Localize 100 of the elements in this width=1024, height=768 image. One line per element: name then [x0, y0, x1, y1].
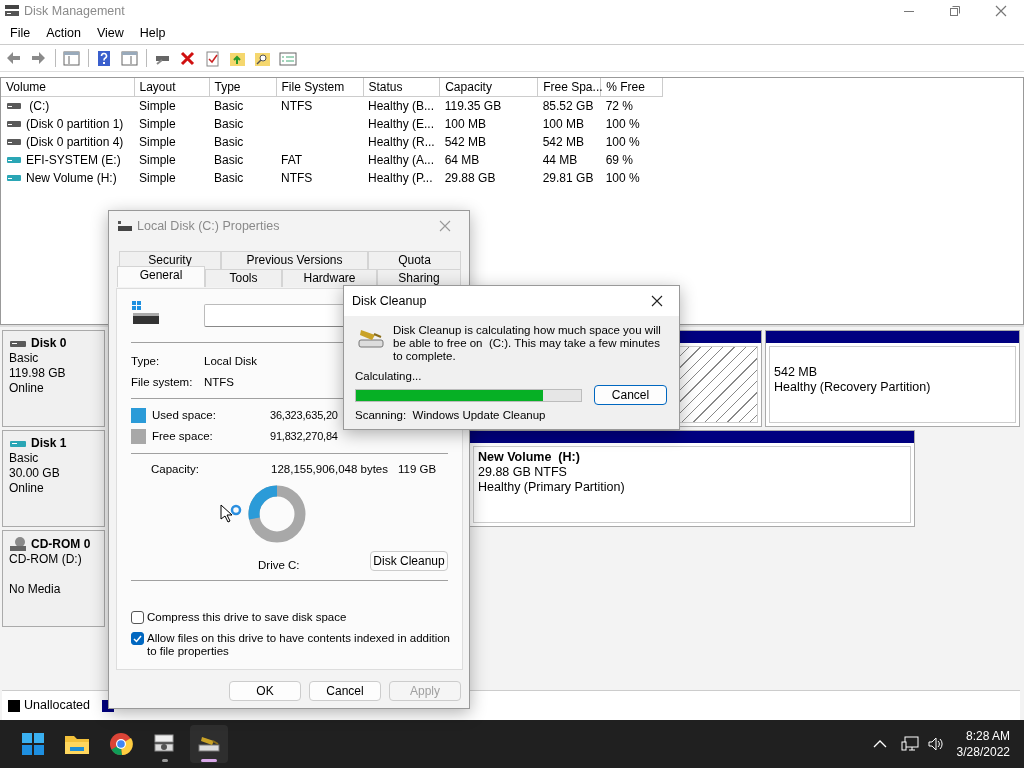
field-value: 91,832,270,84 [270, 429, 338, 445]
tab[interactable]: Previous Versions [221, 251, 368, 269]
check-icon [133, 634, 142, 643]
legend-label: Unallocated [24, 697, 90, 715]
tab[interactable]: General [117, 266, 205, 287]
table-cell-text: 69 % [604, 152, 635, 169]
checkbox[interactable] [131, 632, 144, 645]
table-cell-text: 29.81 GB [541, 170, 595, 187]
forward-arrow-icon[interactable] [30, 49, 48, 67]
table-cell-text: Basic [213, 152, 245, 169]
drive-label[interactable]: (Disk 0 partition 1) [26, 115, 124, 133]
table-cell-text: Basic [213, 116, 245, 133]
table-cell: Healthy (B... [363, 96, 440, 115]
table-cell-text: Basic [213, 134, 245, 151]
tab[interactable]: Hardware [282, 269, 377, 287]
disk-label-panel[interactable]: CD-ROM 0 CD-ROM (D:) No Media [2, 530, 105, 627]
dialog-title: Local Disk (C:) Properties [137, 217, 281, 235]
table-cell-text: 100 % [604, 116, 641, 133]
table-cell-text: Healthy (R... [367, 134, 436, 151]
browser-icon[interactable] [109, 732, 133, 756]
table-cell-text: 542 MB [443, 134, 488, 151]
volume-icon[interactable] [926, 736, 945, 752]
disk-status: Online [9, 381, 45, 396]
column-header[interactable]: File System [276, 78, 363, 97]
busy-cursor-icon [220, 504, 242, 524]
table-cell-text: Healthy (A... [367, 152, 436, 169]
table-cell-text: 100 % [604, 134, 641, 151]
table-cell-text: 100 MB [443, 116, 488, 133]
column-header[interactable]: Status [363, 78, 440, 97]
dialog-title: Disk Cleanup [352, 292, 428, 310]
menu-item[interactable]: Help [131, 23, 174, 43]
column-header[interactable]: Volume [1, 78, 134, 97]
table-cell-text: 100 % [604, 170, 641, 187]
disk-size: 30.00 GB [9, 466, 61, 481]
table-cell: 85.52 GB [537, 96, 601, 115]
table-cell-text: NTFS [280, 170, 314, 187]
drive-label[interactable]: EFI-SYSTEM (E:) [26, 151, 121, 169]
scanning-text: Scanning: Windows Update Cleanup [354, 408, 547, 424]
table-cell-text: 29.88 GB [443, 170, 497, 187]
disk-name: Disk 1 [31, 436, 67, 451]
clock-time[interactable]: 8:28 AM [956, 728, 1010, 744]
field-label: Type: [131, 353, 161, 369]
table-cell-text: 100 MB [541, 116, 586, 133]
disk-label-panel[interactable]: Disk 1 Basic 30.00 GB Online [2, 430, 105, 527]
tab[interactable]: Quota [368, 251, 461, 269]
checklist-icon[interactable] [204, 49, 222, 67]
column-header[interactable]: Free Spa... [537, 78, 601, 97]
dialog-button[interactable]: OK [229, 681, 301, 701]
drive-label[interactable]: (Disk 0 partition 4) [26, 133, 124, 151]
disk-type: Basic [9, 351, 40, 366]
drive-caption: Drive C: [258, 558, 300, 574]
table-cell-text: Simple [138, 170, 177, 187]
table-cell-text: Healthy (P... [367, 170, 434, 187]
menu-item[interactable]: View [88, 23, 132, 43]
dialog-button[interactable]: Cancel [309, 681, 381, 701]
tab[interactable]: Tools [205, 269, 282, 287]
close-icon[interactable] [651, 295, 663, 307]
field-label: Capacity: [151, 461, 200, 477]
folder-icon[interactable] [64, 733, 90, 755]
disk-name: CD-ROM 0 [31, 536, 91, 552]
disk-status: No Media [9, 582, 62, 597]
disk-status: Online [9, 481, 45, 496]
partition-info: Healthy (Primary Partition) [478, 480, 626, 495]
drive-label[interactable]: (C:) [26, 97, 50, 115]
table-cell: 119.35 GB [439, 96, 538, 115]
field-value: 128,155,906,048 bytes [271, 461, 390, 477]
table-cell: Basic [209, 96, 276, 115]
menu-item[interactable]: File [2, 23, 39, 43]
window-title: Disk Management [24, 2, 125, 20]
chevron-up-icon[interactable] [872, 739, 887, 749]
column-header[interactable]: Layout [134, 78, 209, 97]
column-header[interactable]: Capacity [439, 78, 538, 97]
cleanup-message: Disk Cleanup is calculating how much space you will be able to free on (C:). This may take a few minutes to complete. [393, 324, 662, 363]
checkbox[interactable] [131, 611, 144, 624]
table-cell: 72 % [600, 96, 663, 115]
drive-icon [6, 155, 22, 165]
checkbox-label[interactable]: Compress this drive to save disk space [147, 611, 347, 624]
table-cell-text: FAT [280, 152, 304, 169]
table-cell-text: Basic [213, 170, 245, 187]
field-value: NTFS [204, 374, 235, 390]
disk-size: 119.98 GB [9, 366, 67, 381]
cancel-button[interactable]: Cancel [594, 385, 667, 406]
disk-cleanup-button[interactable]: Disk Cleanup [370, 551, 448, 571]
menu-item[interactable]: Action [38, 23, 89, 43]
donut-drawing [247, 484, 307, 544]
partition-block[interactable]: New Volume (H:) 29.88 GB NTFS Healthy (Primary Partition) [469, 430, 915, 527]
tab[interactable]: Security [119, 251, 221, 269]
column-header[interactable]: Type [209, 78, 276, 97]
restore-icon[interactable] [949, 5, 961, 17]
table-cell-text: Simple [138, 116, 177, 133]
drive-label[interactable]: New Volume (H:) [26, 169, 117, 187]
disk-type: CD-ROM (D:) [9, 552, 83, 567]
start-icon[interactable] [21, 732, 45, 756]
disk-label-panel[interactable]: Disk 0 Basic 119.98 GB Online [2, 330, 105, 427]
network-icon[interactable] [900, 736, 919, 752]
partition-info: Healthy (Recovery Partition) [774, 380, 932, 395]
checkbox-label[interactable]: Allow files on this drive to have contents indexed in addition to file properties [147, 632, 451, 658]
partition-block[interactable]: 542 MB Healthy (Recovery Partition) [765, 330, 1020, 427]
delete-icon[interactable] [179, 49, 197, 67]
clock-date[interactable]: 3/28/2022 [956, 744, 1010, 760]
